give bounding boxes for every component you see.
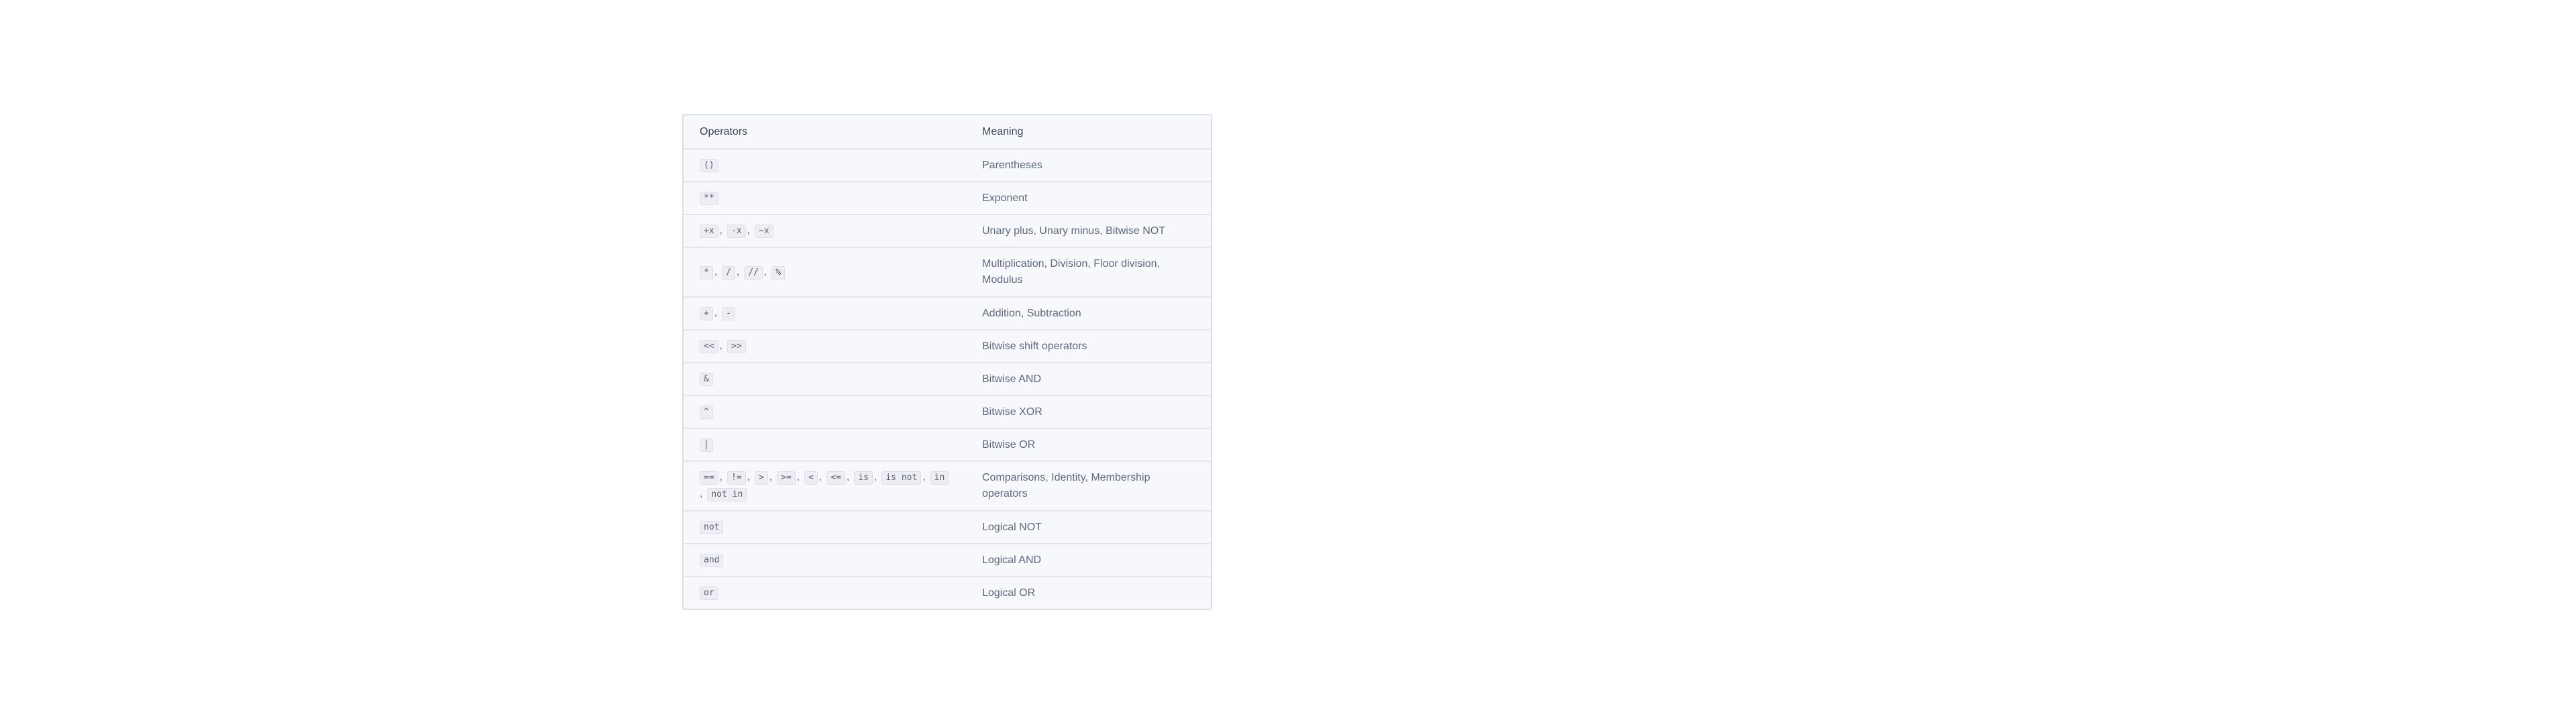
operator-code: >: [755, 471, 768, 485]
operator-code: in: [930, 471, 949, 485]
operators-cell: *, /, //, %: [684, 264, 982, 281]
operator-precedence-table: Operators Meaning () Parentheses ** Expo…: [682, 114, 1212, 610]
operators-cell: and: [684, 552, 982, 568]
header-operators: Operators: [700, 125, 748, 137]
meaning-cell: Addition, Subtraction: [982, 307, 1081, 319]
table-row: +, - Addition, Subtraction: [684, 296, 1211, 329]
table-row: not Logical NOT: [684, 510, 1211, 543]
meaning-cell: Parentheses: [982, 159, 1042, 171]
operators-cell: +, -: [684, 305, 982, 322]
table-row: <<, >> Bitwise shift operators: [684, 329, 1211, 362]
meaning-cell: Logical NOT: [982, 521, 1042, 533]
table-row: () Parentheses: [684, 148, 1211, 181]
table-row: +x, -x, ~x Unary plus, Unary minus, Bitw…: [684, 214, 1211, 247]
operators-cell: not: [684, 519, 982, 536]
operator-code: is: [854, 471, 873, 485]
operators-cell: <<, >>: [684, 338, 982, 355]
meaning-cell: Logical OR: [982, 587, 1036, 599]
operator-code: <<: [700, 340, 718, 353]
meaning-cell: Exponent: [982, 192, 1028, 204]
table-row: ^ Bitwise XOR: [684, 395, 1211, 428]
meaning-cell: Bitwise shift operators: [982, 340, 1087, 352]
operator-code: %: [771, 265, 786, 280]
operator-code: //: [744, 265, 763, 280]
operator-code: >=: [777, 471, 796, 485]
table-row: and Logical AND: [684, 543, 1211, 576]
table-row: or Logical OR: [684, 576, 1211, 609]
operators-cell: ==, !=, >, >=, <, <=, is, is not, in, no…: [684, 469, 982, 503]
operator-code: is not: [881, 471, 922, 485]
operators-cell: or: [684, 585, 982, 601]
operator-code: <=: [826, 471, 845, 485]
operator-code: not in: [707, 488, 747, 501]
meaning-cell: Bitwise AND: [982, 373, 1042, 385]
operator-code: /: [722, 265, 735, 280]
operator-code: ~x: [755, 225, 773, 238]
operator-code: not: [700, 521, 724, 534]
operators-cell: |: [684, 436, 982, 453]
operator-code: -: [722, 307, 735, 320]
operator-code: >>: [727, 340, 746, 353]
operators-cell: +x, -x, ~x: [684, 223, 982, 239]
operator-code: &: [700, 373, 713, 386]
meaning-cell: Logical AND: [982, 554, 1042, 566]
operator-code: -x: [727, 225, 746, 238]
operator-code: or: [700, 587, 718, 600]
operator-code: ^: [700, 406, 713, 419]
meaning-cell: Multiplication, Division, Floor division…: [982, 258, 1160, 286]
meaning-cell: Unary plus, Unary minus, Bitwise NOT: [982, 225, 1165, 237]
table-header-row: Operators Meaning: [684, 115, 1211, 148]
table-row: & Bitwise AND: [684, 362, 1211, 395]
operator-code: (): [700, 159, 718, 172]
operator-code: +x: [700, 225, 718, 238]
meaning-cell: Bitwise XOR: [982, 406, 1042, 418]
meaning-cell: Bitwise OR: [982, 438, 1036, 450]
table-row: ** Exponent: [684, 181, 1211, 214]
header-meaning: Meaning: [982, 125, 1024, 137]
table-row: | Bitwise OR: [684, 428, 1211, 461]
operators-cell: (): [684, 157, 982, 174]
operators-cell: &: [684, 371, 982, 387]
meaning-cell: Comparisons, Identity, Membership operat…: [982, 472, 1150, 499]
operator-code: and: [700, 554, 724, 567]
operator-code: <: [804, 471, 818, 485]
operator-code: *: [700, 265, 713, 280]
table-row: ==, !=, >, >=, <, <=, is, is not, in, no…: [684, 461, 1211, 510]
operator-code: +: [700, 307, 713, 320]
operator-code: ==: [700, 471, 718, 485]
operators-cell: ^: [684, 404, 982, 420]
operator-code: !=: [727, 471, 746, 485]
operator-code: **: [700, 192, 718, 205]
operator-code: |: [700, 438, 713, 452]
table-row: *, /, //, % Multiplication, Division, Fl…: [684, 247, 1211, 296]
operators-cell: **: [684, 190, 982, 206]
